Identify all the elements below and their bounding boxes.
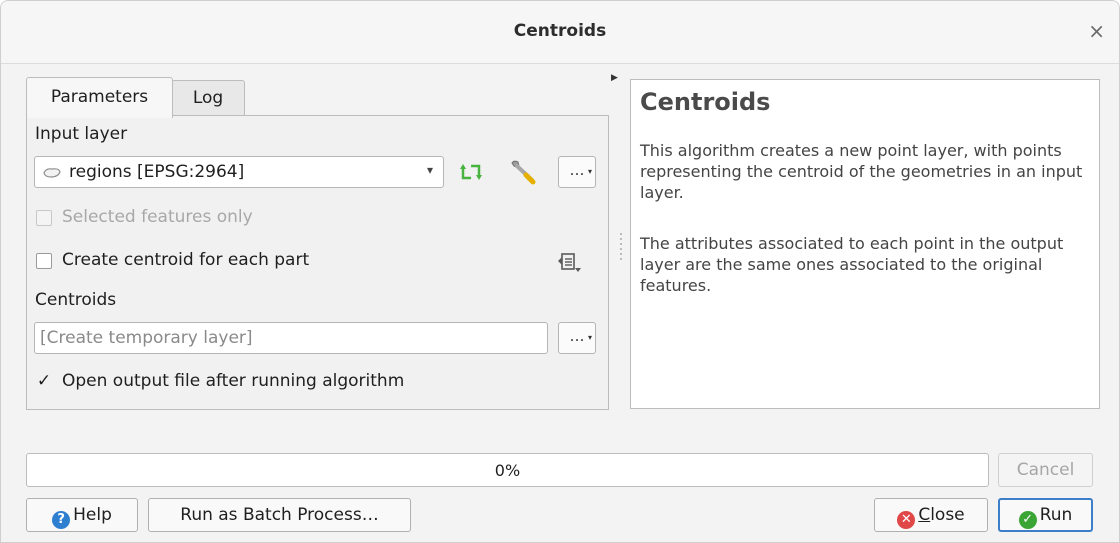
output-destination-input[interactable]: [Create temporary layer] — [34, 322, 548, 354]
help-title: Centroids — [640, 88, 771, 116]
window-title: Centroids — [513, 21, 607, 41]
progress-bar: 0% — [26, 453, 989, 487]
run-button-label: Run — [1039, 505, 1073, 525]
splitter-handle[interactable] — [620, 233, 622, 261]
run-icon: ✓ — [1018, 511, 1037, 529]
wrench-settings-icon[interactable] — [508, 158, 538, 190]
open-output-checkbox[interactable]: ✓ — [36, 373, 52, 390]
input-layer-combo[interactable]: regions [EPSG:2964] ▾ — [34, 156, 444, 188]
progress-text: 0% — [494, 461, 521, 480]
collapse-arrow-icon[interactable]: ▶ — [611, 73, 618, 83]
help-icon: ? — [52, 511, 71, 529]
chevron-down-icon: ▾ — [426, 163, 433, 177]
cancel-button[interactable]: Cancel — [998, 453, 1093, 487]
centroids-dialog: Centroids × Parameters Log Input layer r… — [0, 0, 1120, 543]
dots-label: … — [569, 327, 585, 345]
each-part-checkbox[interactable] — [36, 253, 52, 269]
dots-label: … — [569, 161, 585, 179]
parameters-panel: Input layer regions [EPSG:2964] ▾ … ▾ Se… — [26, 115, 609, 410]
input-layer-label: Input layer — [35, 124, 128, 144]
selected-only-label: Selected features only — [62, 207, 253, 227]
chevron-down-icon: ▾ — [587, 167, 592, 176]
batch-process-button[interactable]: Run as Batch Process… — [148, 498, 411, 532]
tab-parameters[interactable]: Parameters — [26, 77, 173, 118]
output-options-button[interactable]: … ▾ — [558, 322, 596, 354]
help-paragraph-1: This algorithm creates a new point layer… — [640, 141, 1083, 202]
close-label-rest: lose — [930, 505, 965, 525]
input-layer-options-button[interactable]: … ▾ — [558, 156, 596, 188]
data-defined-override-icon[interactable] — [558, 251, 582, 277]
close-icon: ✕ — [897, 511, 916, 529]
tab-log[interactable]: Log — [171, 80, 245, 116]
polygon-layer-icon — [42, 165, 62, 184]
input-layer-value: regions [EPSG:2964] — [69, 162, 245, 182]
help-panel: Centroids This algorithm creates a new p… — [630, 79, 1100, 409]
help-button[interactable]: ? Help — [26, 498, 138, 532]
open-output-label: Open output file after running algorithm — [62, 371, 405, 391]
help-paragraph-2: The attributes associated to each point … — [640, 234, 1064, 295]
output-label: Centroids — [35, 290, 117, 310]
iterate-features-icon[interactable] — [459, 161, 483, 187]
close-window-icon[interactable]: × — [1088, 19, 1105, 43]
selected-only-checkbox[interactable] — [36, 210, 52, 226]
title-bar: Centroids × — [1, 1, 1119, 64]
help-button-label: Help — [73, 505, 112, 525]
close-button[interactable]: ✕ Close — [874, 498, 988, 532]
each-part-label: Create centroid for each part — [62, 250, 310, 270]
run-button[interactable]: ✓ Run — [998, 498, 1093, 532]
chevron-down-icon: ▾ — [587, 333, 592, 342]
close-mnemonic: C — [918, 505, 931, 525]
